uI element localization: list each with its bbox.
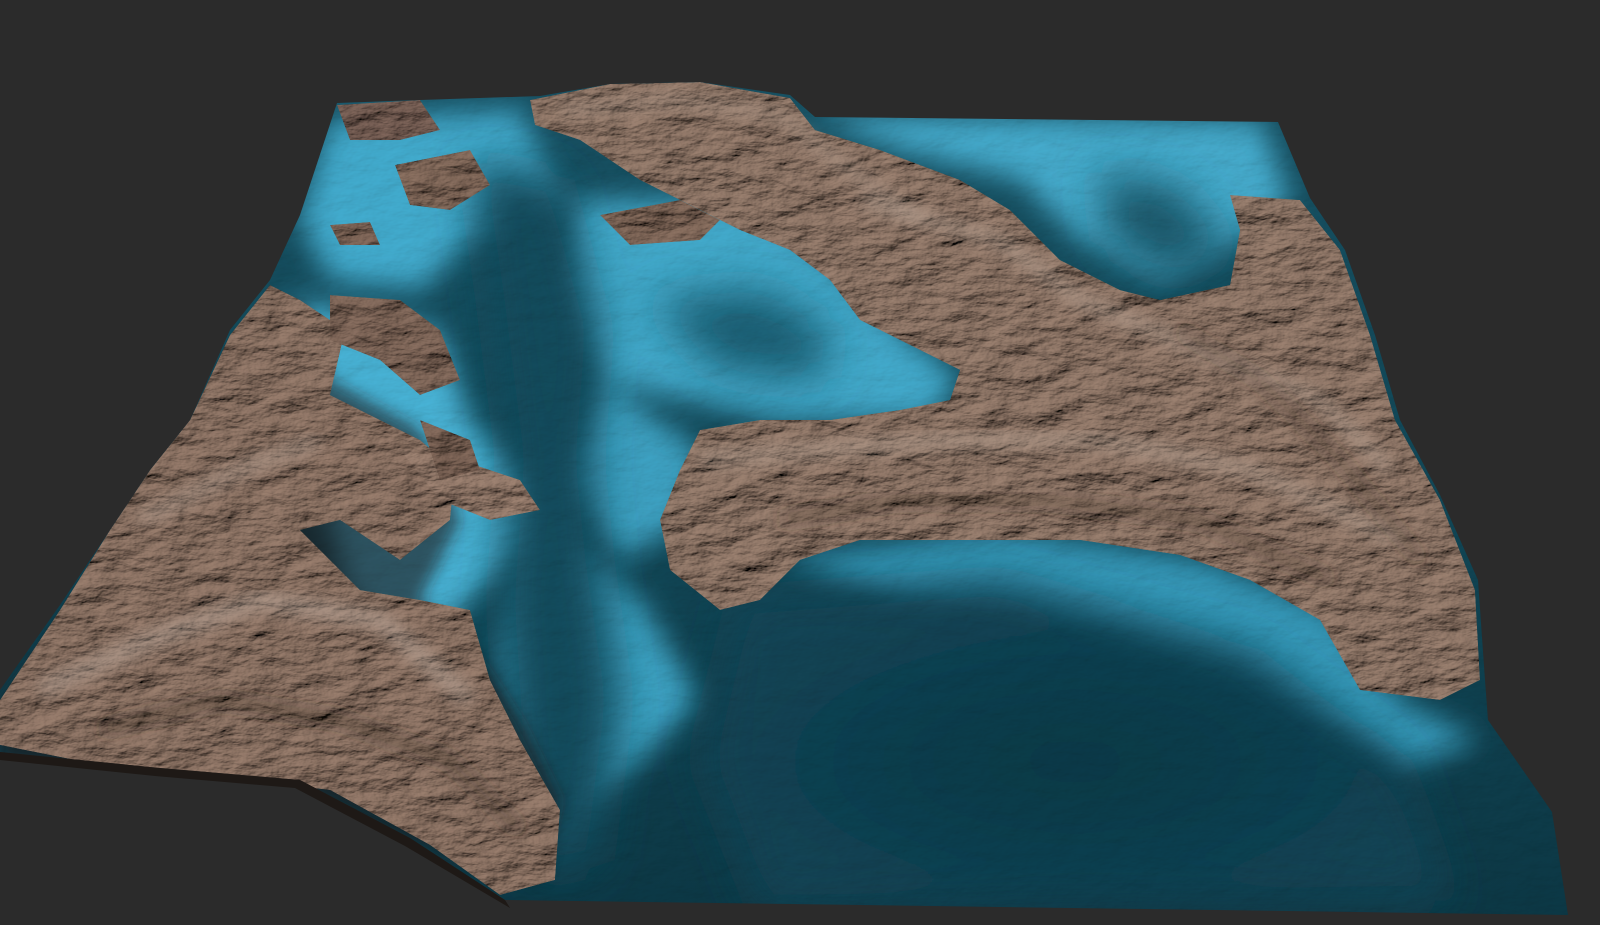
3d-viewport[interactable] [0,0,1600,925]
terrain-plate [0,82,1568,915]
terrain-render [0,82,1568,915]
